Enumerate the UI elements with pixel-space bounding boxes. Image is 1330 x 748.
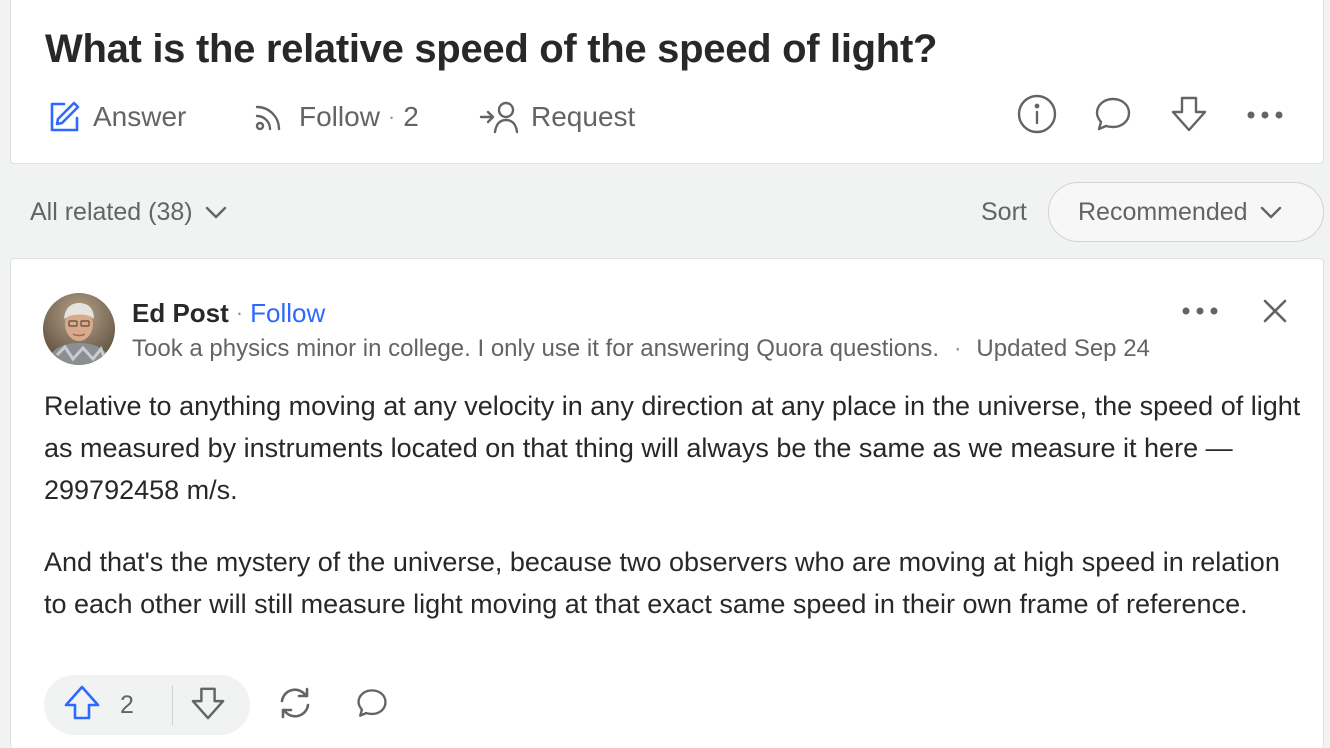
question-title[interactable]: What is the relative speed of the speed … [45,27,937,72]
follow-label: Follow [299,101,380,132]
downvote-icon [191,686,225,725]
more-answer-button[interactable] [1177,297,1223,327]
info-button[interactable] [1014,93,1060,139]
downvote-answer-button[interactable] [190,687,226,723]
upvote-icon [64,685,100,726]
follow-count: 2 [403,101,419,132]
more-icon [1246,107,1284,125]
upvote-button[interactable]: 2 [64,685,134,726]
request-button[interactable]: Request [479,95,635,139]
pencil-icon [47,100,81,134]
sort-label: Sort [981,198,1027,226]
comment-question-button[interactable] [1090,93,1136,139]
share-button[interactable] [275,687,315,723]
comment-answer-button[interactable] [353,687,391,723]
author-line: Ed Post · Follow [132,295,325,331]
vote-bar: 2 [44,675,250,735]
answer-paragraph: Relative to anything moving at any veloc… [44,391,1301,505]
avatar[interactable] [43,293,115,365]
close-answer-button[interactable] [1257,295,1293,331]
follow-author-link[interactable]: Follow [250,298,325,329]
separator-dot: · [387,104,396,129]
comment-icon [1094,95,1132,138]
info-icon [1017,94,1057,139]
author-name[interactable]: Ed Post [132,298,229,329]
downvote-question-button[interactable] [1166,93,1212,139]
more-icon [1181,303,1219,321]
share-cycle-icon [277,686,313,725]
request-label: Request [531,101,636,132]
sort-selected-value: Recommended [1078,197,1248,226]
follow-question-button[interactable]: Follow · 2 [251,95,419,139]
follow-feed-icon [251,99,287,135]
close-icon [1262,298,1288,329]
all-related-label: All related (38) [30,197,193,226]
request-person-icon [479,99,519,135]
comment-icon [356,687,388,724]
updated-timestamp[interactable]: Updated Sep 24 [976,335,1149,362]
answer-button[interactable]: Answer [47,95,186,139]
all-related-dropdown[interactable]: All related (38) [30,194,227,230]
downvote-icon [1170,95,1208,138]
sort-dropdown[interactable]: Recommended [1048,182,1324,242]
upvote-count: 2 [120,690,134,719]
author-credential[interactable]: Took a physics minor in college. I only … [132,335,939,362]
question-card: What is the relative speed of the speed … [10,0,1324,164]
vote-divider [172,685,173,725]
more-question-button[interactable] [1242,93,1288,139]
chevron-down-icon [1248,198,1282,227]
separator-dot: · [235,300,244,325]
credential-line: Took a physics minor in college. I only … [132,335,1150,363]
chevron-down-icon [193,198,227,227]
answer-paragraph: And that's the mystery of the universe, … [44,547,1280,619]
separator-dot: · [953,335,962,362]
answer-card: Ed Post · Follow Took a physics minor in… [10,258,1324,748]
answer-label: Answer [93,101,187,132]
